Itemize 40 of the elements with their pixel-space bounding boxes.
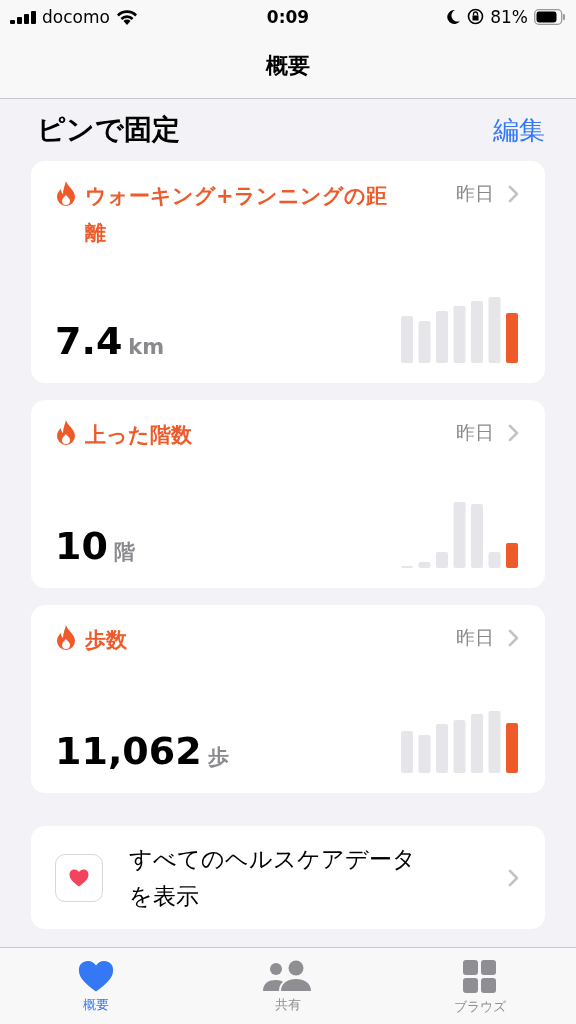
flame-icon	[55, 181, 77, 207]
metric-card[interactable]: 上った階数 昨日 10 階	[31, 400, 545, 588]
nav-title: 概要	[266, 51, 310, 80]
rotation-lock-icon	[467, 8, 485, 25]
metric-value: 10	[55, 524, 108, 568]
heart-icon	[78, 960, 114, 993]
chevron-icon	[508, 185, 519, 203]
metric-date: 昨日	[456, 625, 494, 650]
chevron-icon	[508, 629, 519, 647]
flame-icon	[55, 420, 77, 446]
flame-icon	[55, 625, 77, 651]
metric-title: 上った階数	[85, 422, 193, 449]
grid-icon	[463, 960, 497, 994]
battery-percent: 81%	[490, 6, 528, 27]
chevron-icon	[508, 868, 519, 887]
heart-icon	[69, 868, 89, 887]
carrier-name: docomo	[42, 6, 110, 27]
metric-title: ウォーキング+ランニングの距離	[85, 183, 388, 247]
metric-unit: km	[128, 335, 165, 359]
all-health-data-label: すべてのヘルスケアデータを表示	[129, 844, 417, 911]
metric-card[interactable]: 歩数 昨日 11,062 歩	[31, 605, 545, 793]
metric-title: 歩数	[85, 627, 128, 654]
signal-icon	[10, 9, 36, 24]
moon-icon	[446, 8, 462, 25]
edit-link[interactable]: 編集	[493, 112, 545, 148]
all-health-data-row[interactable]: すべてのヘルスケアデータを表示	[31, 826, 545, 929]
section-title: ピンで固定	[37, 112, 180, 148]
people-icon	[263, 960, 313, 992]
metric-unit: 歩	[207, 744, 229, 771]
chevron-icon	[508, 424, 519, 442]
metric-value: 7.4	[55, 319, 123, 363]
wifi-icon	[115, 8, 138, 25]
metric-date: 昨日	[456, 420, 494, 445]
tab-bar-item[interactable]: 概要	[0, 948, 192, 1024]
clock-time: 0:09	[266, 6, 310, 27]
metric-date: 昨日	[456, 181, 494, 206]
metric-card[interactable]: ウォーキング+ランニングの距離 昨日 7.4 km	[31, 161, 545, 383]
metric-unit: 階	[113, 539, 135, 566]
metric-value: 11,062	[55, 729, 202, 773]
battery-icon	[534, 8, 566, 25]
